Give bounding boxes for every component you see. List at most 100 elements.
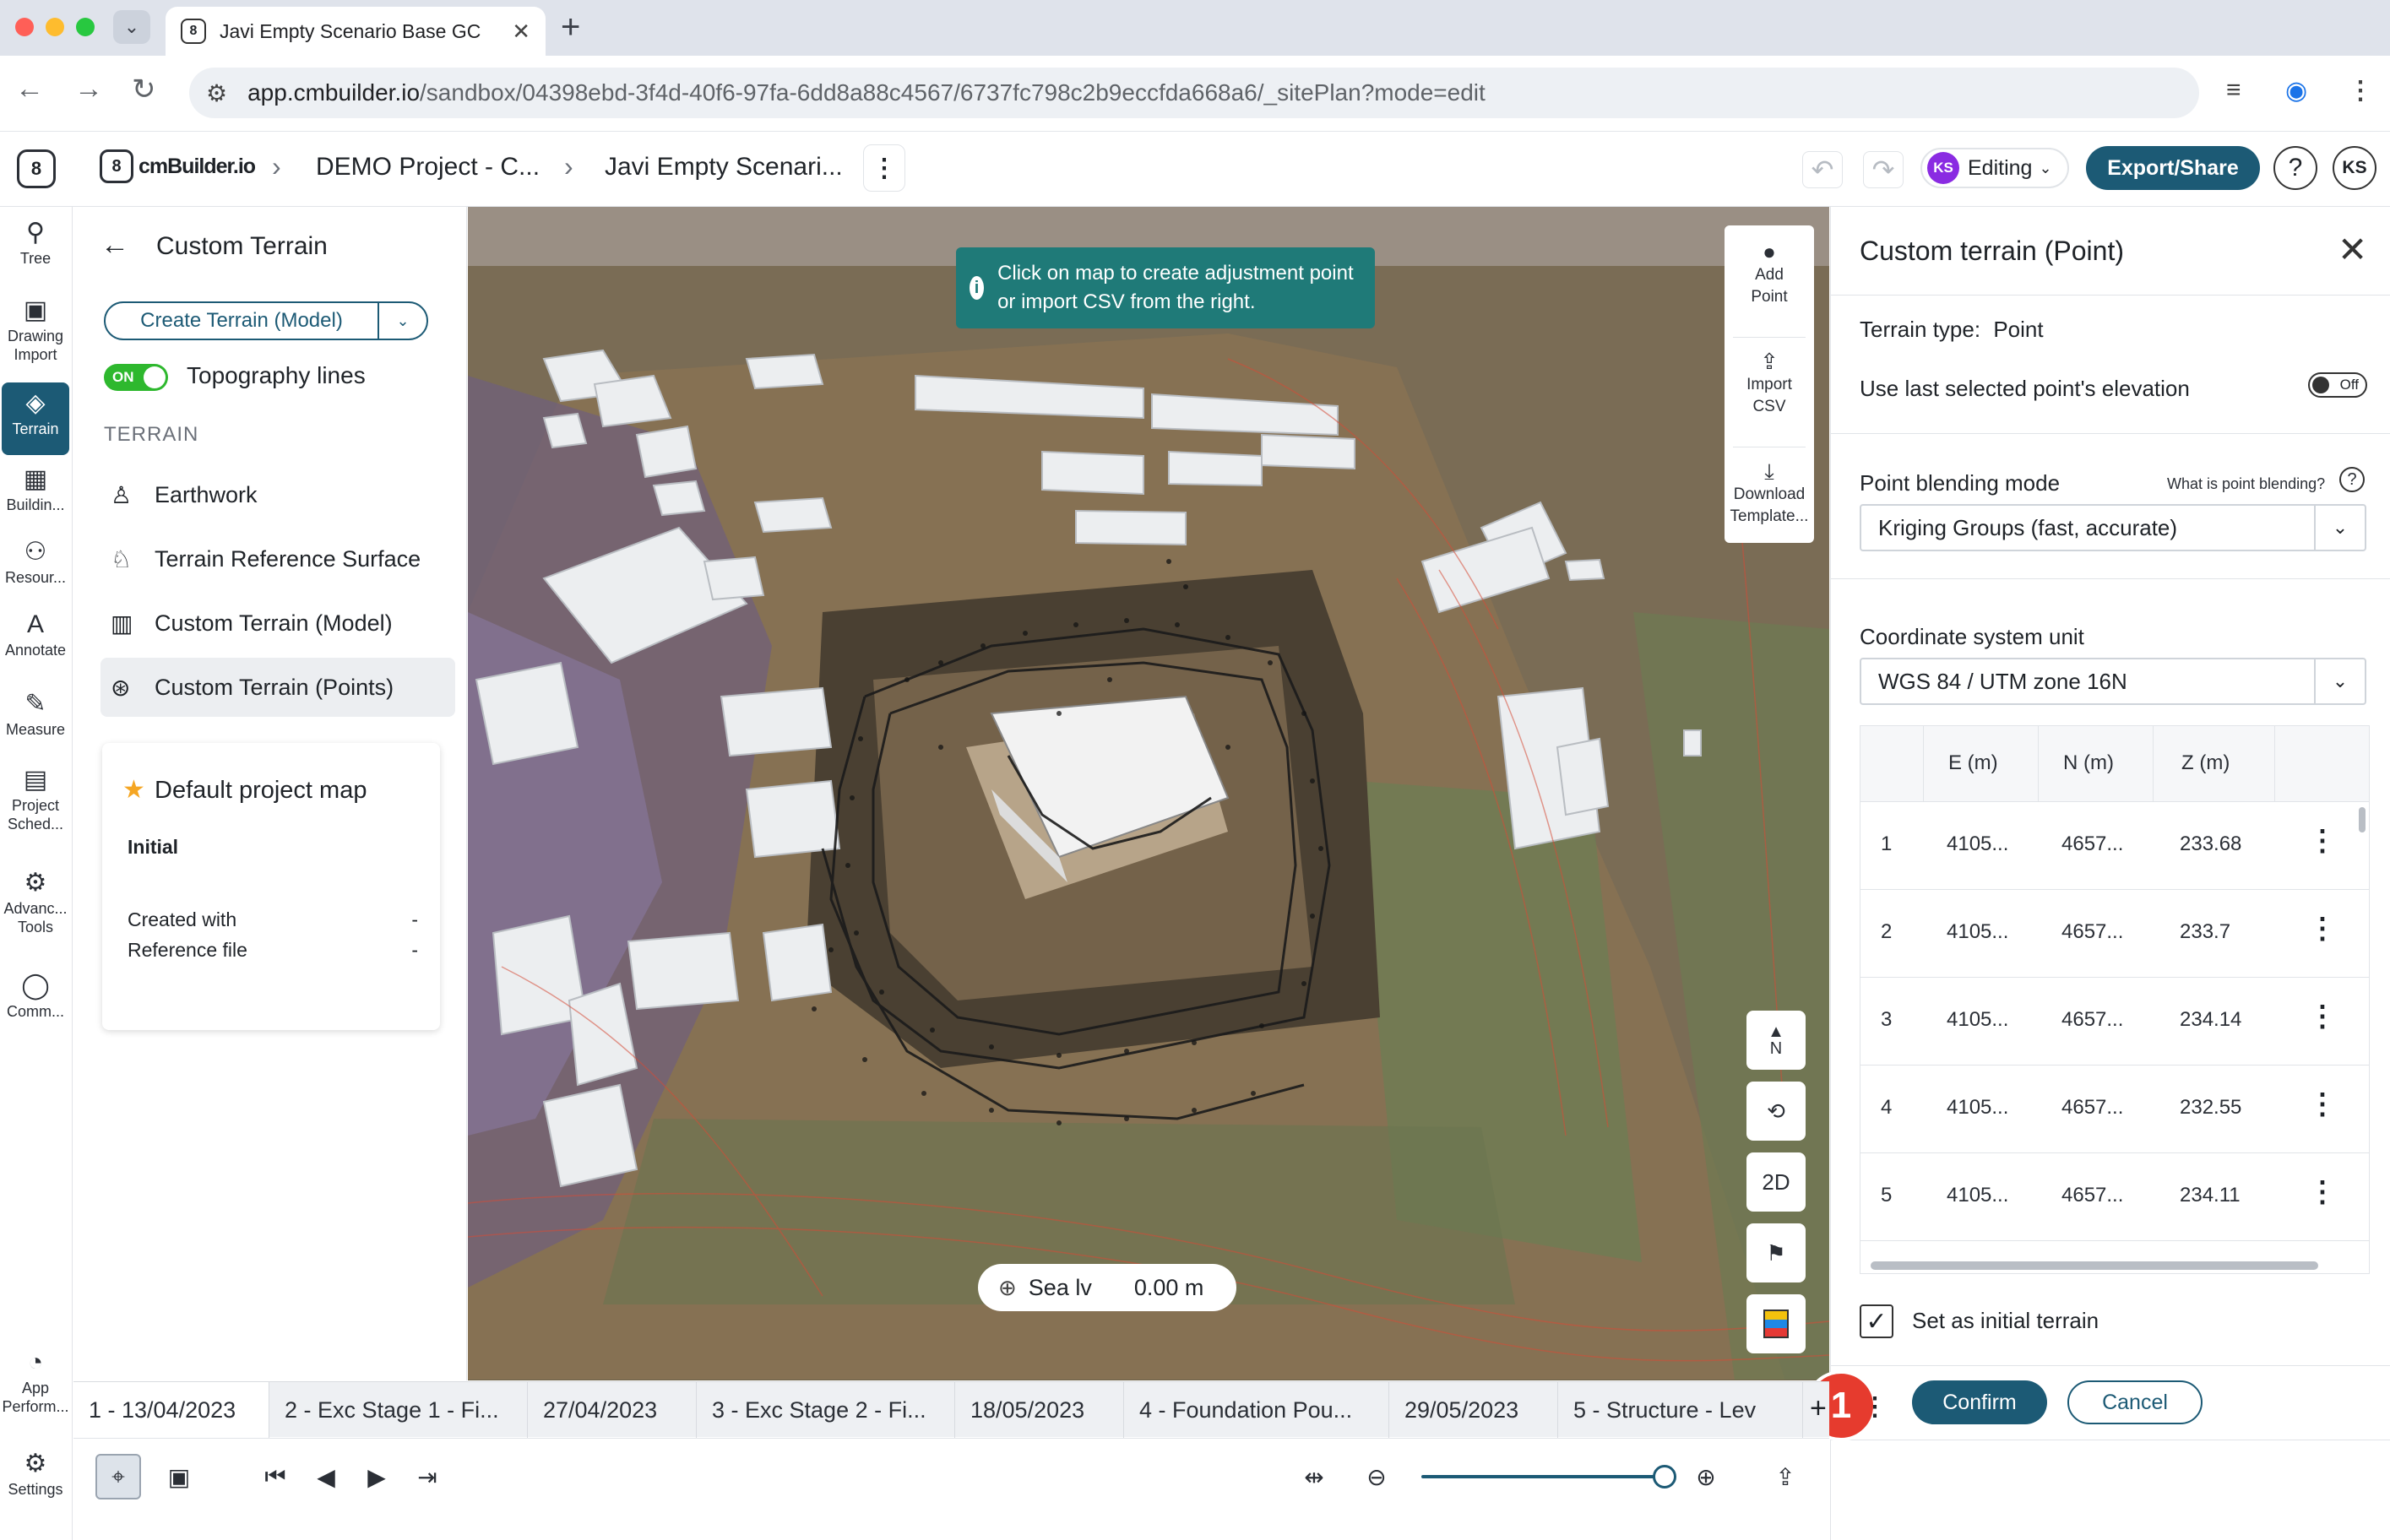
phase-tab[interactable]: 3 - Exc Stage 2 - Fi...: [697, 1382, 955, 1438]
create-terrain-split-button[interactable]: Create Terrain (Model) ⌄: [104, 301, 428, 340]
app-logo-icon[interactable]: 8: [17, 149, 56, 188]
export-share-button[interactable]: Export/Share: [2086, 146, 2260, 190]
terrain-item-reference-surface[interactable]: ♘ Terrain Reference Surface: [100, 529, 455, 588]
back-arrow-icon[interactable]: ←: [15, 73, 44, 106]
table-row[interactable]: 2 4105... 4657... 233.7 ⋮: [1860, 890, 2369, 978]
rail-item-annotate[interactable]: A Annotate: [2, 610, 69, 659]
forward-arrow-icon[interactable]: →: [74, 73, 103, 106]
map-viewport[interactable]: i Click on map to create adjustment poin…: [468, 207, 1829, 1380]
table-row[interactable]: 5 4105... 4657... 234.11 ⋮: [1860, 1153, 2369, 1241]
close-icon[interactable]: ✕: [2338, 229, 2367, 270]
terrain-item-custom-model[interactable]: ▥ Custom Terrain (Model): [100, 594, 455, 653]
phase-tab[interactable]: 4 - Foundation Pou...: [1124, 1382, 1389, 1438]
confirm-button[interactable]: Confirm: [1912, 1380, 2047, 1424]
browser-menu-icon[interactable]: ⋮: [2348, 76, 2373, 106]
horizontal-scrollbar[interactable]: [1871, 1261, 2318, 1270]
rail-item-building[interactable]: ▦ Buildin...: [2, 465, 69, 514]
rail-item-comments[interactable]: ◯ Comm...: [2, 972, 69, 1021]
brand[interactable]: 8 cmBuilder.io: [100, 149, 256, 183]
profile-icon[interactable]: ◉: [2285, 76, 2307, 106]
mode-dropdown[interactable]: KS Editing ⌄: [1920, 148, 2069, 188]
zoom-slider-track[interactable]: [1421, 1475, 1659, 1478]
rail-item-app-performance[interactable]: ◔ App Perform...: [2, 1348, 69, 1416]
presentation-icon[interactable]: ▣: [156, 1454, 202, 1499]
redo-icon[interactable]: ↷: [1863, 151, 1904, 188]
row-menu-icon[interactable]: ⋮: [2308, 1087, 2337, 1121]
help-icon[interactable]: ?: [2339, 467, 2365, 492]
window-zoom-dot[interactable]: [76, 18, 95, 36]
person-view-icon[interactable]: ⚑: [1746, 1223, 1806, 1282]
back-arrow-icon[interactable]: ←: [100, 229, 129, 262]
user-menu-avatar[interactable]: KS: [2333, 146, 2376, 190]
window-minimize-dot[interactable]: [46, 18, 64, 36]
zoom-slider-handle[interactable]: [1653, 1465, 1676, 1488]
default-map-card[interactable]: ★ Default project map Initial Created wi…: [102, 743, 440, 1030]
reading-list-icon[interactable]: ≡: [2226, 76, 2241, 105]
rail-item-terrain[interactable]: ◈ Terrain: [2, 382, 69, 455]
table-row[interactable]: 4 4105... 4657... 232.55 ⋮: [1860, 1066, 2369, 1153]
tab-search-chevron-icon[interactable]: ⌄: [113, 10, 150, 44]
sea-level-indicator[interactable]: ⊕ Sea lv 0.00 m: [978, 1264, 1236, 1311]
coordinate-unit-select[interactable]: WGS 84 / UTM zone 16N ⌄: [1860, 658, 2366, 705]
row-menu-icon[interactable]: ⋮: [2308, 1175, 2337, 1209]
import-csv-button[interactable]: ⇪ Import CSV: [1725, 349, 1814, 418]
compass-button[interactable]: ▲ N: [1746, 1011, 1806, 1070]
blending-help-link[interactable]: What is point blending?: [2167, 475, 2325, 493]
row-menu-icon[interactable]: ⋮: [2308, 824, 2337, 858]
rail-item-settings[interactable]: ⚙ Settings: [2, 1450, 69, 1499]
view-2d-button[interactable]: 2D: [1746, 1152, 1806, 1212]
zoom-out-icon[interactable]: ⊖: [1354, 1454, 1399, 1499]
add-phase-icon[interactable]: +: [1810, 1392, 1827, 1425]
chevron-down-icon[interactable]: ⌄: [379, 312, 426, 330]
phase-tab[interactable]: 27/04/2023: [528, 1382, 697, 1438]
url-field[interactable]: ⚙ app.cmbuilder.io/sandbox/04398ebd-3f4d…: [189, 68, 2199, 118]
help-icon[interactable]: ?: [2273, 146, 2317, 190]
export-timeline-icon[interactable]: ⇪: [1763, 1454, 1808, 1499]
rail-item-resources[interactable]: ⚇ Resour...: [2, 538, 69, 587]
window-close-dot[interactable]: [15, 18, 34, 36]
cancel-button[interactable]: Cancel: [2067, 1380, 2203, 1424]
timeline-menu-icon[interactable]: ⋮: [1862, 1392, 1888, 1422]
phase-tab[interactable]: 29/05/2023: [1389, 1382, 1558, 1438]
fit-width-icon[interactable]: ⇹: [1291, 1454, 1337, 1499]
reload-icon[interactable]: ↻: [132, 73, 156, 106]
layer-colors-icon[interactable]: [1746, 1294, 1806, 1353]
download-template-button[interactable]: ⤓ Download Template...: [1725, 458, 1814, 528]
terrain-item-earthwork[interactable]: ♙ Earthwork: [100, 465, 455, 524]
table-row[interactable]: 1 4105... 4657... 233.68 ⋮: [1860, 802, 2369, 890]
breadcrumb-project[interactable]: DEMO Project - C...: [316, 153, 540, 182]
use-last-elevation-toggle[interactable]: Off: [2308, 372, 2367, 398]
blending-mode-select[interactable]: Kriging Groups (fast, accurate) ⌄: [1860, 504, 2366, 551]
rail-item-advanced-tools[interactable]: ⚙ Advanc... Tools: [2, 869, 69, 936]
camera-orbit-icon[interactable]: ⟲: [1746, 1082, 1806, 1141]
terrain-item-custom-points[interactable]: ⊛ Custom Terrain (Points): [100, 658, 455, 717]
phase-tab[interactable]: 5 - Structure - Lev: [1558, 1382, 1803, 1438]
add-point-button[interactable]: ● Add Point: [1725, 239, 1814, 308]
create-terrain-button[interactable]: Create Terrain (Model): [106, 303, 379, 339]
topography-toggle[interactable]: ON: [104, 364, 168, 391]
phase-tab[interactable]: 2 - Exc Stage 1 - Fi...: [269, 1382, 528, 1438]
rail-item-schedule[interactable]: ▤ Project Sched...: [2, 766, 69, 833]
skip-end-icon[interactable]: ⇥: [405, 1454, 450, 1499]
site-settings-icon[interactable]: ⚙: [206, 79, 227, 107]
phase-tab[interactable]: 1 - 13/04/2023: [73, 1382, 269, 1438]
undo-icon[interactable]: ↶: [1802, 151, 1843, 188]
play-icon[interactable]: ▶: [354, 1454, 399, 1499]
rail-item-drawing-import[interactable]: ▣ Drawing Import: [2, 296, 69, 364]
vertical-scrollbar[interactable]: [2359, 807, 2366, 832]
row-menu-icon[interactable]: ⋮: [2308, 1000, 2337, 1033]
row-menu-icon[interactable]: ⋮: [2308, 912, 2337, 946]
skip-start-icon[interactable]: ⏮: [253, 1454, 298, 1499]
initial-terrain-checkbox[interactable]: ✓: [1860, 1304, 1893, 1338]
step-back-icon[interactable]: ◀: [303, 1454, 349, 1499]
zoom-in-icon[interactable]: ⊕: [1683, 1454, 1729, 1499]
browser-tab[interactable]: 8 Javi Empty Scenario Base GC ✕: [166, 7, 546, 56]
scenario-menu-icon[interactable]: ⋮: [863, 144, 905, 192]
breadcrumb-scenario[interactable]: Javi Empty Scenari...: [605, 153, 843, 182]
tab-close-icon[interactable]: ✕: [512, 19, 530, 45]
table-row[interactable]: 3 4105... 4657... 234.14 ⋮: [1860, 978, 2369, 1066]
phase-tab[interactable]: 18/05/2023: [955, 1382, 1124, 1438]
site-mode-icon[interactable]: ⌖: [95, 1454, 141, 1499]
rail-item-tree[interactable]: ⚲ Tree: [2, 219, 69, 268]
new-tab-plus-icon[interactable]: +: [561, 8, 580, 46]
